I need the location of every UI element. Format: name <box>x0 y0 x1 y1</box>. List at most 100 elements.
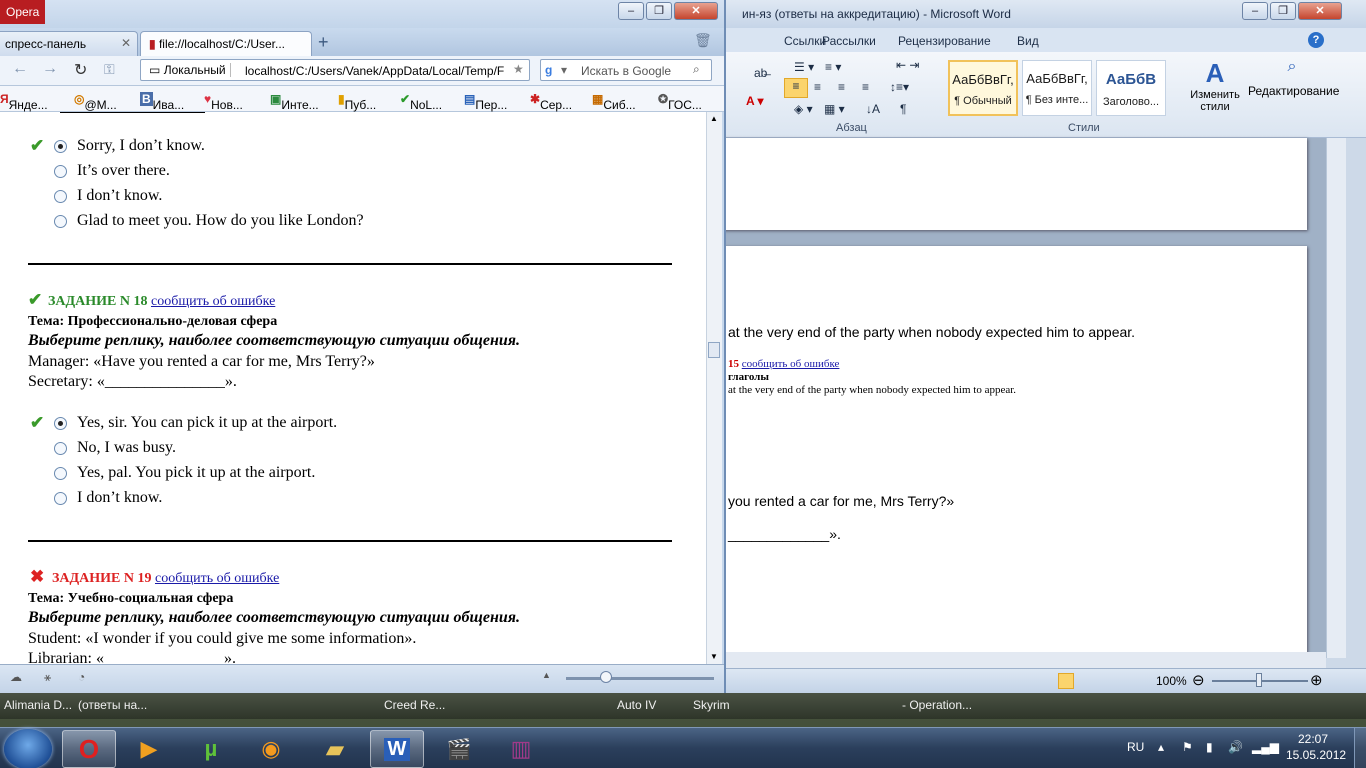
maximize-button[interactable]: ❐ <box>646 2 672 20</box>
bookmark-item[interactable]: ▤ Пер... <box>464 92 507 112</box>
bookmark-item[interactable]: ◎ @M... <box>74 92 117 112</box>
bookmark-item[interactable]: ▣ Инте... <box>270 92 319 112</box>
zoom-out-icon[interactable]: ⊖ <box>1192 671 1205 689</box>
tray-expand-icon[interactable]: ▴ <box>1158 740 1164 754</box>
style-no-spacing[interactable]: АаБбВвГг, ¶ Без инте... <box>1022 60 1092 116</box>
search-input[interactable]: Искать в Google <box>581 64 671 78</box>
language-indicator[interactable]: RU <box>1127 740 1144 754</box>
window-label[interactable]: Skyrim <box>693 698 730 712</box>
line-spacing-icon[interactable]: ↕≡▾ <box>890 80 909 94</box>
search-engine-dropdown-icon[interactable]: ▾ <box>561 63 567 77</box>
zoom-thumb[interactable] <box>600 671 612 683</box>
bookmark-item[interactable]: ▮ Пуб... <box>338 92 376 112</box>
tab-references[interactable]: Ссылки <box>784 34 826 48</box>
page-main[interactable]: at the very end of the party when nobody… <box>720 246 1307 658</box>
zoom-level[interactable]: 100% <box>1156 674 1187 688</box>
taskbar-video[interactable]: 🎬 <box>432 730 486 768</box>
zoom-slider[interactable] <box>566 677 714 680</box>
tab-view[interactable]: Вид <box>1017 34 1039 48</box>
answer-option[interactable]: I don’t know. <box>54 489 162 511</box>
bookmark-item[interactable]: ✪ ГОС... <box>658 92 702 112</box>
maximize-button[interactable]: ❐ <box>1270 2 1296 20</box>
borders-icon[interactable]: ▦ ▾ <box>824 102 845 116</box>
opera-vertical-scrollbar[interactable]: ▲ ▼ <box>706 112 722 664</box>
zoom-in-icon[interactable]: ⊕ <box>1310 671 1323 689</box>
cloud-icon[interactable]: ☁ <box>10 670 22 684</box>
battery-icon[interactable]: ▮ <box>1206 740 1213 754</box>
flag-icon[interactable]: ⚑ <box>1182 740 1193 754</box>
address-input[interactable]: localhost/C:/Users/Vanek/AppData/Local/T… <box>245 64 509 78</box>
answer-option[interactable]: Glad to meet you. How do you like London… <box>54 212 364 234</box>
taskbar-app[interactable]: ◉ <box>244 730 298 768</box>
clear-format-icon[interactable]: ab̶ <box>754 66 767 80</box>
bookmark-item[interactable]: B Ива... <box>140 92 184 112</box>
taskbar-media-player[interactable]: ▶ <box>122 730 176 768</box>
report-error-link[interactable]: сообщить об ошибке <box>155 571 279 586</box>
close-button[interactable]: ✕ <box>674 2 718 20</box>
bullets-icon[interactable]: ☰ ▾ <box>794 60 814 74</box>
align-left-icon[interactable]: ≡ <box>784 78 808 98</box>
numbering-icon[interactable]: ≡ ▾ <box>825 60 841 74</box>
forward-icon[interactable]: → <box>42 60 58 78</box>
new-tab-icon[interactable]: + <box>318 32 329 53</box>
volume-icon[interactable]: 🔊 <box>1228 740 1243 754</box>
style-heading[interactable]: АаБбВ Заголово... <box>1096 60 1166 116</box>
close-tab-icon[interactable]: ✕ <box>121 36 131 50</box>
align-right-icon[interactable]: ≡ <box>838 80 845 94</box>
indent-icon[interactable]: ⇤ ⇥ <box>896 58 919 72</box>
scroll-up-icon[interactable]: ▲ <box>710 114 718 123</box>
taskbar-explorer[interactable]: ▰ <box>308 730 362 768</box>
opera-menu-button[interactable]: Opera <box>0 0 46 24</box>
address-bar[interactable]: ▭ Локальный localhost/C:/Users/Vanek/App… <box>140 59 530 81</box>
answer-option[interactable]: No, I was busy. <box>54 439 176 461</box>
radio[interactable] <box>54 491 67 505</box>
bookmark-item[interactable]: ▦ Сиб... <box>592 92 636 112</box>
trash-icon[interactable]: 🗑 <box>694 32 712 49</box>
zoom-thumb[interactable] <box>1256 673 1262 687</box>
network-icon[interactable]: ▂▄▆ <box>1252 740 1279 754</box>
start-button[interactable] <box>4 729 52 768</box>
shading-icon[interactable]: ◈ ▾ <box>794 102 813 116</box>
answer-option[interactable]: Sorry, I don’t know. <box>54 137 205 159</box>
radio[interactable] <box>54 441 67 455</box>
show-desktop-button[interactable] <box>1354 728 1366 768</box>
radio[interactable] <box>54 214 67 228</box>
clock-time[interactable]: 22:07 <box>1298 732 1328 746</box>
search-field[interactable]: g ▾ Искать в Google ⌕ <box>540 59 712 81</box>
scroll-thumb[interactable] <box>708 342 720 358</box>
window-label[interactable]: - Operation... <box>902 698 972 712</box>
window-label[interactable]: (ответы на... <box>78 698 147 712</box>
taskbar-winrar[interactable]: ▥ <box>494 730 548 768</box>
clock-date[interactable]: 15.05.2012 <box>1286 748 1346 762</box>
report-link[interactable]: сообщить об ошибке <box>742 358 840 370</box>
answer-option[interactable]: Yes, pal. You pick it up at the airport. <box>54 464 315 486</box>
window-label[interactable]: Creed Re... <box>384 698 445 712</box>
back-icon[interactable]: ← <box>12 60 28 78</box>
bookmark-item[interactable]: ♥ Нов... <box>204 92 243 112</box>
bookmark-star-icon[interactable]: ★ <box>513 62 524 76</box>
word-vertical-scrollbar[interactable] <box>1326 138 1346 658</box>
taskbar-utorrent[interactable]: µ <box>184 730 238 768</box>
search-icon[interactable]: ⌕ <box>693 62 700 77</box>
window-label[interactable]: Alimania D... <box>4 698 72 712</box>
scroll-down-icon[interactable]: ▼ <box>710 652 718 661</box>
reload-icon[interactable]: ↻ <box>74 60 87 80</box>
bookmark-item[interactable]: Я Янде... <box>0 92 48 112</box>
taskbar-opera[interactable]: O <box>62 730 116 768</box>
answer-option[interactable]: It’s over there. <box>54 162 170 184</box>
key-icon[interactable]: ⚿ <box>104 61 115 78</box>
font-color-icon[interactable]: A ▾ <box>746 94 764 108</box>
radio[interactable] <box>54 189 67 203</box>
bookmark-item[interactable]: ✱ Сер... <box>530 92 572 112</box>
bookmark-item[interactable]: ✔ NoL... <box>400 92 442 112</box>
change-styles-button[interactable]: A Изменить стили <box>1178 58 1252 122</box>
help-icon[interactable]: ? <box>1308 32 1324 48</box>
print-layout-icon[interactable] <box>1058 673 1074 689</box>
answer-option[interactable]: I don’t know. <box>54 187 162 209</box>
word-horizontal-scrollbar[interactable] <box>720 652 1326 668</box>
share-icon[interactable]: ⚹ <box>44 670 51 685</box>
window-label[interactable]: Auto IV <box>617 698 656 712</box>
radio[interactable] <box>54 164 67 178</box>
pilcrow-icon[interactable]: ¶ <box>900 102 906 116</box>
answer-option[interactable]: Yes, sir. You can pick it up at the airp… <box>54 414 337 436</box>
